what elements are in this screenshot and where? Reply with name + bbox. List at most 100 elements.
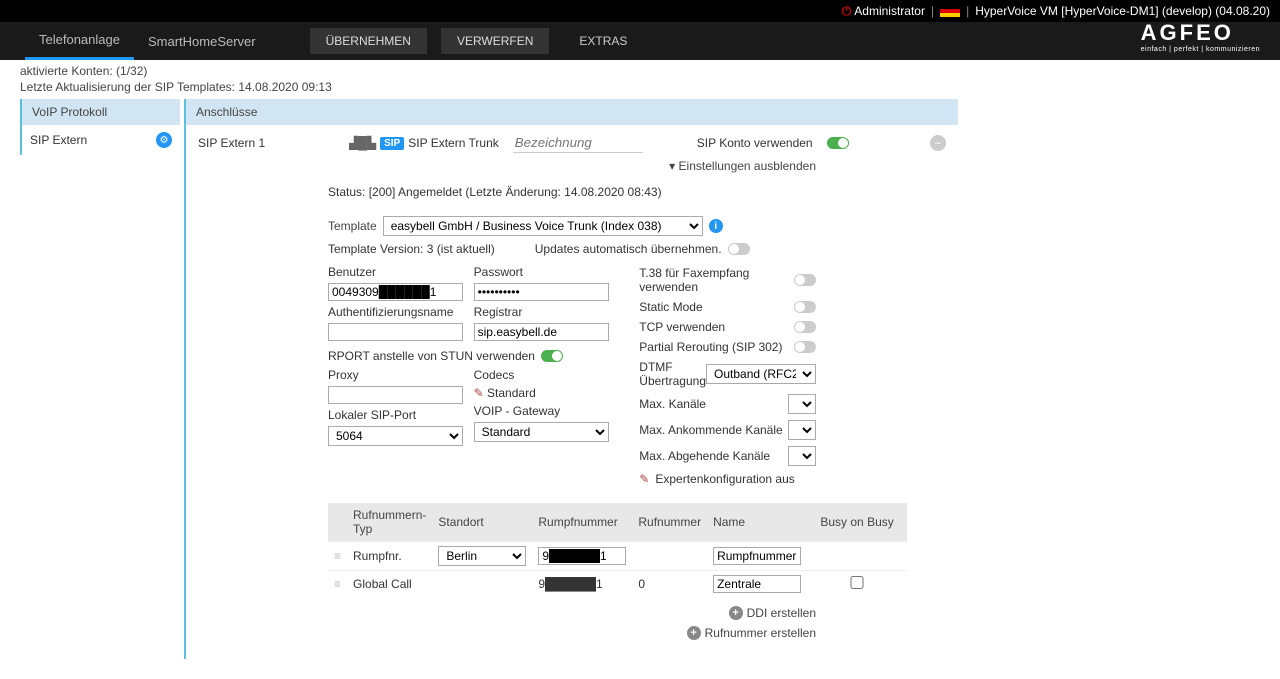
auto-update-toggle[interactable] xyxy=(728,243,750,255)
max-out-label: Max. Abgehende Kanäle xyxy=(639,449,770,463)
password-input[interactable] xyxy=(474,283,609,301)
auto-update-label: Updates automatisch übernehmen. xyxy=(535,242,722,256)
logo: AGFEO einfach | perfekt | kommunizieren xyxy=(1141,20,1260,53)
max-ch-select[interactable]: - xyxy=(788,394,816,414)
create-ddi-button[interactable]: + DDI erstellen xyxy=(328,603,816,623)
drag-icon[interactable]: ≡ xyxy=(334,577,341,591)
power-icon: ⏻ xyxy=(842,4,852,19)
template-version: Template Version: 3 (ist aktuell) xyxy=(328,242,495,256)
registrar-label: Registrar xyxy=(474,303,610,321)
hide-settings-label: Einstellungen ausblenden xyxy=(679,159,816,173)
authname-input[interactable] xyxy=(328,323,463,341)
proxy-input[interactable] xyxy=(328,386,463,404)
sidebar-item-label: SIP Extern xyxy=(30,133,87,147)
create-number-button[interactable]: + Rufnummer erstellen xyxy=(328,623,816,643)
registrar-input[interactable] xyxy=(474,323,609,341)
use-account-label: SIP Konto verwenden xyxy=(697,136,813,150)
status-lines: aktivierte Konten: (1/32) Letzte Aktuali… xyxy=(0,60,1280,95)
proxy-label: Proxy xyxy=(328,366,464,384)
connection-status: Status: [200] Angemeldet (Letzte Änderun… xyxy=(328,181,816,213)
max-in-select[interactable]: - xyxy=(788,420,816,440)
static-toggle[interactable] xyxy=(794,301,816,313)
template-label: Template xyxy=(328,219,377,233)
plus-icon: + xyxy=(687,626,701,640)
tcp-toggle[interactable] xyxy=(794,321,816,333)
location-select[interactable]: Berlin xyxy=(438,546,526,566)
topbar: ⏻ Administrator | | HyperVoice VM [Hyper… xyxy=(0,0,1280,22)
connection-title: SIP Extern 1 xyxy=(198,136,265,150)
static-label: Static Mode xyxy=(639,300,702,314)
cell-type: Global Call xyxy=(347,571,432,598)
drag-icon[interactable]: ≡ xyxy=(334,549,341,563)
numbers-table: Rufnummern-Typ Standort Rumpfnummer Rufn… xyxy=(328,503,907,597)
pencil-icon[interactable]: ✎ xyxy=(474,386,484,400)
rumpf-input[interactable] xyxy=(538,547,626,565)
discard-button[interactable]: VERWERFEN xyxy=(441,28,549,54)
voip-gw-label: VOIP - Gateway xyxy=(474,402,610,420)
logo-text: AGFEO xyxy=(1141,20,1260,46)
rport-toggle[interactable] xyxy=(541,350,563,362)
info-icon[interactable]: i xyxy=(709,219,723,233)
dtmf-select[interactable]: Outband (RFC2833) xyxy=(706,364,816,384)
tab-telefonanlage[interactable]: Telefonanlage xyxy=(25,22,134,60)
tcp-label: TCP verwenden xyxy=(639,320,725,334)
local-port-label: Lokaler SIP-Port xyxy=(328,406,464,424)
remove-icon[interactable]: − xyxy=(930,135,946,151)
cell-ruf xyxy=(632,542,707,571)
col-type: Rufnummern-Typ xyxy=(347,503,432,542)
cell-rumpf: 9██████1 xyxy=(532,571,632,598)
connections-panel-header: Anschlüsse xyxy=(184,99,958,125)
sidebar-item-sip-extern[interactable]: SIP Extern ⚙ xyxy=(20,125,180,155)
chevron-down-icon: ▾ xyxy=(669,159,675,173)
plus-icon: + xyxy=(729,606,743,620)
navbar: Telefonanlage SmartHomeServer ÜBERNEHMEN… xyxy=(0,22,1280,60)
gear-icon[interactable]: ⚙ xyxy=(156,132,172,148)
max-in-label: Max. Ankommende Kanäle xyxy=(639,423,782,437)
sip-badge-icon: SIP xyxy=(380,137,404,150)
separator: | xyxy=(966,4,969,18)
dtmf-label: DTMF Übertragung xyxy=(639,360,706,388)
password-label: Passwort xyxy=(474,263,610,281)
cell-type: Rumpfnr. xyxy=(347,542,432,571)
template-update: Letzte Aktualisierung der SIP Templates:… xyxy=(20,80,1280,96)
col-rumpf: Rumpfnummer xyxy=(532,503,632,542)
voip-gw-select[interactable]: Standard xyxy=(474,422,609,442)
voip-panel-header: VoIP Protokoll xyxy=(20,99,180,125)
user-input[interactable] xyxy=(328,283,463,301)
description-input[interactable] xyxy=(513,133,643,153)
apply-button[interactable]: ÜBERNEHMEN xyxy=(310,28,427,54)
separator: | xyxy=(931,4,934,18)
pencil-icon[interactable]: ✎ xyxy=(639,472,649,486)
name-input[interactable] xyxy=(713,547,801,565)
hide-settings-link[interactable]: ▾ Einstellungen ausblenden xyxy=(328,153,816,181)
partial-label: Partial Rerouting (SIP 302) xyxy=(639,340,782,354)
cell-ruf: 0 xyxy=(632,571,707,598)
t38-label: T.38 für Faxempfang verwenden xyxy=(639,266,779,294)
col-busy: Busy on Busy xyxy=(807,503,907,542)
trunk-label: SIP Extern Trunk xyxy=(408,136,499,150)
extras-link[interactable]: EXTRAS xyxy=(563,28,643,54)
codecs-value[interactable]: Standard xyxy=(487,386,536,400)
use-account-toggle[interactable] xyxy=(827,137,849,149)
tab-smarthome[interactable]: SmartHomeServer xyxy=(134,24,270,59)
trunk-icon: ▟█▙ xyxy=(349,136,376,150)
authname-label: Authentifizierungsname xyxy=(328,303,464,321)
max-ch-label: Max. Kanäle xyxy=(639,397,706,411)
logo-tagline: einfach | perfekt | kommunizieren xyxy=(1141,46,1260,53)
active-accounts: aktivierte Konten: (1/32) xyxy=(20,64,1280,80)
create-number-label: Rufnummer erstellen xyxy=(705,626,816,640)
create-ddi-label: DDI erstellen xyxy=(747,606,816,620)
local-port-select[interactable]: 5064 xyxy=(328,426,463,446)
template-select[interactable]: easybell GmbH / Business Voice Trunk (In… xyxy=(383,216,703,236)
system-label: HyperVoice VM [HyperVoice-DM1] (develop)… xyxy=(975,4,1270,18)
user-label[interactable]: Administrator xyxy=(854,4,925,18)
user-label: Benutzer xyxy=(328,263,464,281)
t38-toggle[interactable] xyxy=(794,274,816,286)
expert-label[interactable]: Expertenkonfiguration aus xyxy=(655,472,794,486)
max-out-select[interactable]: - xyxy=(788,446,816,466)
partial-toggle[interactable] xyxy=(794,341,816,353)
flag-de-icon[interactable] xyxy=(940,5,960,17)
name-input[interactable] xyxy=(713,575,801,593)
codecs-label: Codecs xyxy=(474,366,610,384)
busy-checkbox[interactable] xyxy=(813,576,901,589)
